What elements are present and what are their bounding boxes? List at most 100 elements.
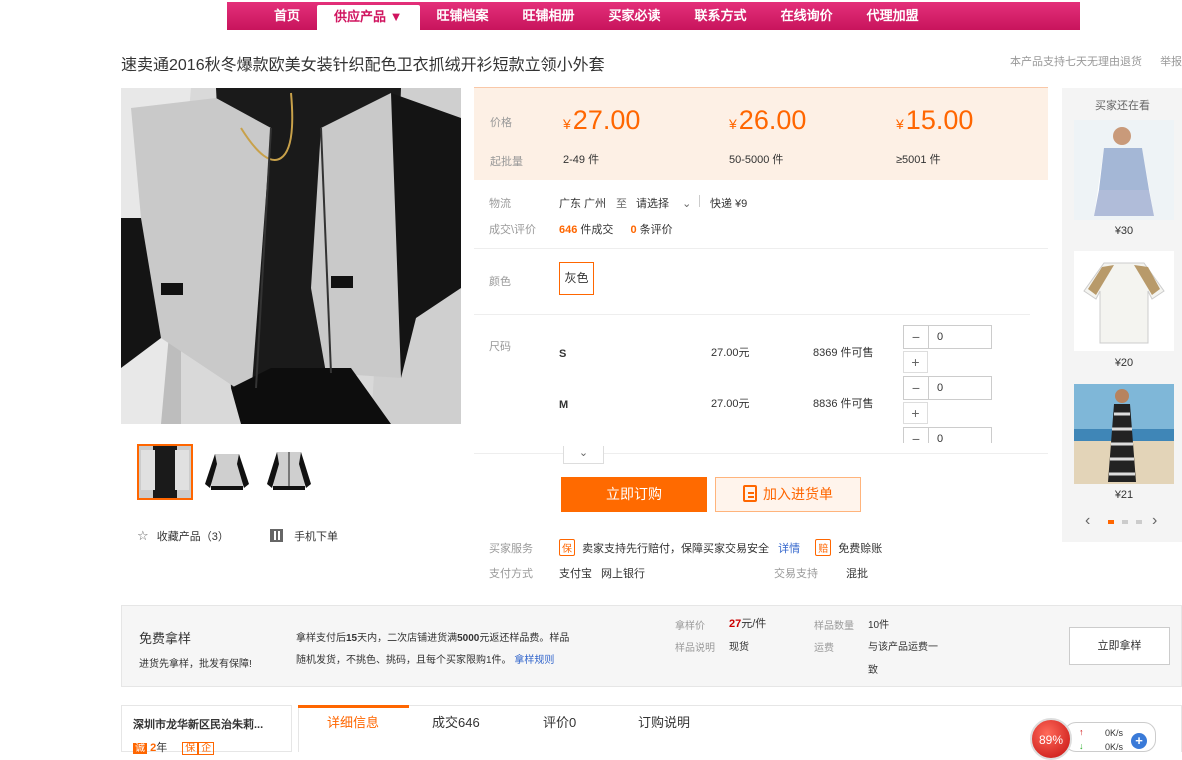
carousel-dot[interactable] — [1136, 520, 1142, 524]
add-to-cart-button[interactable]: 加入进货单 — [715, 477, 861, 512]
destination-select[interactable]: 请选择 ⌄ — [636, 195, 691, 211]
chevron-left-icon[interactable]: ‹ — [1085, 512, 1090, 530]
get-sample-button[interactable]: 立即拿样 — [1069, 627, 1170, 665]
thumbnail-2-image — [199, 444, 255, 500]
deals-count[interactable]: 646 — [559, 224, 577, 236]
plus-icon[interactable]: + — [1131, 733, 1147, 749]
divider — [474, 314, 1030, 315]
service-detail-link[interactable]: 详情 — [778, 543, 800, 555]
tier-qty: 50-5000 件 — [729, 154, 784, 166]
divider — [474, 453, 1048, 454]
maxi-dress-image-3 — [1074, 384, 1174, 484]
mobile-order-label: 手机下单 — [294, 531, 339, 543]
payment-alipay: 支付宝 — [559, 568, 592, 580]
chevron-right-icon[interactable]: › — [1152, 512, 1157, 530]
nav-album[interactable]: 旺铺相册 — [506, 2, 592, 30]
sample-note: 现货 — [729, 642, 749, 653]
trade-support-label: 交易支持 — [774, 568, 818, 580]
tier-price: 27.00 — [572, 105, 641, 135]
size-price: 27.00元 — [711, 398, 750, 410]
tab-details[interactable]: 详细信息 — [327, 712, 379, 731]
also-viewed-item-2[interactable] — [1074, 251, 1174, 351]
tier-qty: ≥5001 件 — [896, 154, 941, 166]
thumbnail-1[interactable] — [137, 444, 193, 500]
shirt-image-2 — [1074, 251, 1174, 351]
expand-sizes-button[interactable]: ⌄ — [563, 446, 604, 464]
upload-arrow-icon: ↑ — [1079, 727, 1084, 737]
buy-now-button[interactable]: 立即订购 — [561, 477, 707, 512]
price-tier-3: ¥15.00 ≥5001 件 — [896, 105, 973, 167]
size-row-m: M — [559, 395, 568, 413]
nav-home[interactable]: 首页 — [257, 2, 317, 30]
quantity-input[interactable]: 0 — [929, 428, 943, 443]
upload-speed: 0K/s — [1105, 728, 1124, 738]
decrement-button[interactable]: − — [904, 428, 929, 443]
quantity-stepper-partial: − 0 — [903, 427, 992, 443]
size-name: M — [559, 399, 569, 411]
report-link[interactable]: 举报 — [1160, 56, 1182, 68]
nav-buyer-guide[interactable]: 买家必读 — [592, 2, 678, 30]
sample-desc-days: 15 — [346, 633, 358, 644]
sample-desc-text: 天内，二次店铺进货满 — [357, 633, 458, 644]
reviews-count[interactable]: 0 — [630, 224, 636, 236]
guarantee-badge: 保 — [559, 539, 575, 556]
service-label: 买家服务 — [489, 543, 533, 555]
color-label: 颜色 — [489, 276, 511, 288]
divider — [474, 248, 1048, 249]
price-label: 价格 — [490, 117, 512, 129]
deals-info: 646 件成交 0 条评价 — [559, 221, 673, 237]
free-sample-section — [121, 605, 1182, 687]
sample-shipping-line1: 与该产品运费一 — [868, 642, 938, 653]
nav-profile[interactable]: 旺铺档案 — [420, 2, 506, 30]
thumbnail-1-image — [139, 446, 191, 498]
size-price: 27.00元 — [711, 347, 750, 359]
nav-products[interactable]: 供应产品 ▼ — [317, 5, 420, 30]
divider — [699, 195, 700, 207]
carousel-dot[interactable] — [1122, 520, 1128, 524]
payment-label: 支付方式 — [489, 568, 533, 580]
quantity-input[interactable]: 0 — [929, 326, 943, 348]
sample-desc-line1: 拿样支付后15天内，二次店铺进货满5000元返还样品费。样品 — [296, 629, 569, 644]
destination-select-label: 请选择 — [636, 198, 669, 210]
also-viewed-item-3[interactable] — [1074, 384, 1174, 484]
thumbnail-3[interactable] — [261, 444, 317, 500]
top-notes: 本产品支持七天无理由退货 举报 — [1010, 53, 1182, 69]
favorite-product[interactable]: ☆ 收藏产品（3） — [137, 528, 229, 544]
size-stock: 8836 件可售 — [813, 398, 874, 410]
return-policy: 本产品支持七天无理由退货 — [1010, 56, 1142, 68]
sample-rules-link[interactable]: 拿样规则 — [514, 655, 554, 666]
size-label: 尺码 — [489, 341, 511, 353]
tab-reviews[interactable]: 评价0 — [543, 712, 576, 731]
increment-button[interactable]: + — [903, 402, 928, 424]
sample-qty: 10件 — [868, 620, 890, 631]
active-tab-indicator — [298, 705, 409, 708]
price-box: 价格 起批量 ¥27.00 2-49 件 ¥26.00 50-5000 件 ¥1… — [474, 87, 1048, 180]
increment-button[interactable]: + — [903, 351, 928, 373]
payment-bank: 网上银行 — [601, 568, 645, 580]
tab-order-notes[interactable]: 订购说明 — [638, 712, 690, 731]
sample-title: 免费拿样 — [139, 631, 192, 646]
sidebar-price-2: ¥20 — [1114, 357, 1134, 369]
tab-transactions[interactable]: 成交646 — [432, 712, 480, 731]
decrement-button[interactable]: − — [904, 377, 929, 399]
color-option-gray[interactable]: 灰色 — [559, 262, 594, 295]
mobile-order[interactable]: 手机下单 — [270, 528, 338, 544]
memory-usage-badge[interactable]: 89% — [1030, 718, 1072, 760]
tier-price: 15.00 — [905, 105, 974, 135]
qr-code-icon — [270, 529, 283, 542]
main-product-image[interactable] — [121, 88, 461, 424]
also-viewed-item-1[interactable] — [1074, 120, 1174, 220]
quantity-input[interactable]: 0 — [929, 377, 943, 399]
nav-agency[interactable]: 代理加盟 — [850, 2, 936, 30]
thumbnail-2[interactable] — [199, 444, 255, 500]
nav-contact[interactable]: 联系方式 — [678, 2, 764, 30]
reviews-suffix: 条评价 — [639, 224, 673, 236]
logistics-label: 物流 — [489, 198, 511, 210]
nav-inquiry[interactable]: 在线询价 — [764, 2, 850, 30]
decrement-button[interactable]: − — [904, 326, 929, 348]
service-info: 保 卖家支持先行赔付，保障买家交易安全 详情 赔 免费赊账 — [559, 539, 882, 556]
favorite-label: 收藏产品（3） — [156, 531, 229, 543]
carousel-dot-active[interactable] — [1108, 520, 1114, 524]
shop-name[interactable]: 深圳市龙华新区民治朱莉... — [133, 716, 263, 732]
integrity-badge: 诚 — [133, 743, 147, 754]
